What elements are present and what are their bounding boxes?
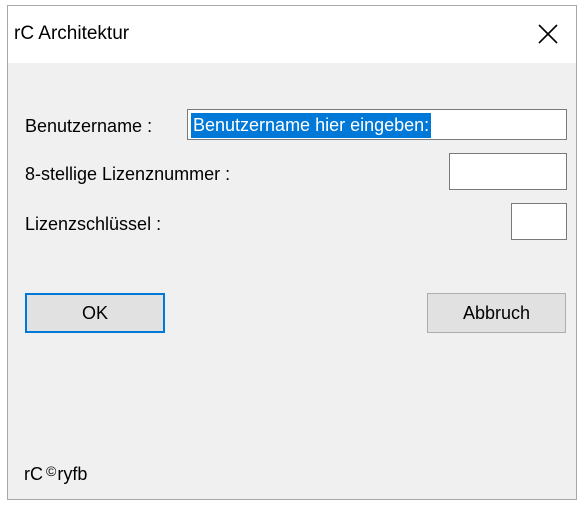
cancel-button-label: Abbruch: [462, 302, 531, 323]
license-number-label: 8-stellige Lizenznummer :: [25, 164, 231, 184]
cancel-button[interactable]: Abbruch: [427, 293, 566, 333]
license-number-input[interactable]: [449, 153, 567, 190]
footer-suffix: ryfb: [57, 464, 88, 484]
license-key-input[interactable]: [511, 203, 567, 240]
license-key-label: Lizenzschlüssel :: [25, 214, 162, 234]
copyright-symbol: ©: [46, 463, 57, 479]
ok-button[interactable]: OK: [25, 293, 165, 333]
title-bar: rC Architektur: [8, 6, 576, 63]
copyright-footer: rC ©ryfb: [24, 463, 87, 485]
window-title: rC Architektur: [14, 23, 130, 44]
close-icon: [538, 24, 558, 44]
username-input-value: Benutzername hier eingeben:: [191, 113, 432, 138]
close-button[interactable]: [520, 6, 576, 63]
username-label: Benutzername :: [25, 116, 153, 136]
ok-button-label: OK: [81, 302, 108, 323]
dialog-window: rC Architektur Benutzername : Benutzerna…: [7, 5, 577, 500]
footer-prefix: rC: [24, 464, 43, 484]
username-input[interactable]: Benutzername hier eingeben:: [187, 109, 567, 140]
